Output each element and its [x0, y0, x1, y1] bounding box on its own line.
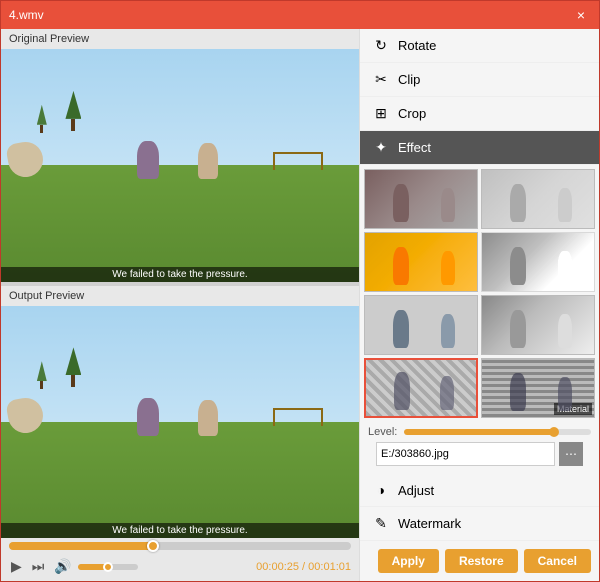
level-slider-fill [404, 429, 554, 435]
volume-icon[interactable]: 🔊 [52, 556, 73, 577]
main-window: 4.wmv × Original Preview [0, 0, 600, 582]
effect-thumb-5[interactable] [364, 295, 478, 355]
output-preview-section: Output Preview [1, 286, 359, 539]
adjust-label: Adjust [398, 483, 434, 498]
file-path-input[interactable] [376, 442, 555, 466]
time-display: 00:00:25 / 00:01:01 [256, 561, 351, 573]
person2 [198, 143, 218, 179]
original-video-area: We failed to take the pressure. [1, 49, 359, 282]
original-preview-section: Original Preview [1, 29, 359, 282]
person1 [137, 141, 159, 179]
original-video-scene: We failed to take the pressure. [1, 49, 359, 282]
output-preview-label: Output Preview [1, 286, 359, 306]
play-button[interactable]: ▶ [9, 556, 24, 577]
browse-button[interactable]: ⋯ [559, 442, 583, 466]
output-person1 [137, 398, 159, 436]
window-title: 4.wmv [9, 8, 44, 22]
output-subtitle: We failed to take the pressure. [1, 523, 359, 538]
tree-decor2 [37, 105, 47, 133]
progress-fill [9, 542, 153, 550]
volume-slider[interactable] [78, 564, 138, 570]
right-panel: ↻ Rotate ✂ Clip ⊞ Crop ✦ Effect [359, 29, 599, 581]
crop-icon: ⊞ [372, 105, 390, 122]
effect-icon: ✦ [372, 139, 390, 156]
ground-bg [1, 165, 359, 281]
tree-decor [65, 91, 81, 131]
output-fence [273, 408, 323, 426]
next-frame-button[interactable]: ⏭ [30, 556, 47, 577]
controls-row: ▶ ⏭ 🔊 00:00:25 / 00:01:01 [9, 556, 351, 577]
effect-thumb-3[interactable] [364, 232, 478, 292]
current-time: 00:00:25 [256, 561, 299, 573]
menu-item-effect[interactable]: ✦ Effect [360, 131, 599, 165]
title-bar: 4.wmv × [1, 1, 599, 29]
menu-item-clip[interactable]: ✂ Clip [360, 63, 599, 97]
adjust-icon: ◑ [372, 482, 390, 498]
output-tree2 [37, 361, 47, 389]
effect-grid: Material [360, 165, 599, 422]
clip-label: Clip [398, 72, 420, 87]
left-panel: Original Preview [1, 29, 359, 581]
cancel-button[interactable]: Cancel [524, 549, 591, 573]
menu-items: ↻ Rotate ✂ Clip ⊞ Crop ✦ Effect [360, 29, 599, 165]
output-tree1 [65, 347, 81, 387]
level-row: Level: [368, 426, 591, 438]
clip-icon: ✂ [372, 71, 390, 88]
output-ground-bg [1, 422, 359, 538]
effect-thumb-1[interactable] [364, 169, 478, 229]
level-section: Level: ⋯ [360, 422, 599, 474]
bottom-menu-items: ◑ Adjust ✎ Watermark [360, 474, 599, 541]
file-path-row: ⋯ [368, 442, 591, 470]
apply-button[interactable]: Apply [378, 549, 439, 573]
progress-thumb [147, 540, 159, 552]
menu-item-crop[interactable]: ⊞ Crop [360, 97, 599, 131]
bottom-buttons: Apply Restore Cancel [360, 541, 599, 581]
progress-bar[interactable] [9, 542, 351, 550]
controls-area: ▶ ⏭ 🔊 00:00:25 / 00:01:01 [1, 538, 359, 581]
volume-area: 🔊 [52, 556, 137, 577]
output-person2 [198, 400, 218, 436]
effect-label: Effect [398, 140, 431, 155]
watermark-label: Watermark [398, 516, 461, 531]
output-video-scene: We failed to take the pressure. [1, 306, 359, 539]
fence [273, 152, 323, 170]
effect-thumb-4[interactable] [481, 232, 595, 292]
total-time: 00:01:01 [308, 561, 351, 573]
main-content: Original Preview [1, 29, 599, 581]
output-video-area: We failed to take the pressure. [1, 306, 359, 539]
level-slider[interactable] [404, 429, 591, 435]
crop-label: Crop [398, 106, 426, 121]
volume-thumb [103, 562, 113, 572]
restore-button[interactable]: Restore [445, 549, 518, 573]
menu-item-watermark[interactable]: ✎ Watermark [360, 507, 599, 541]
close-button[interactable]: × [571, 5, 591, 25]
effect-thumb-6[interactable] [481, 295, 595, 355]
watermark-icon: ✎ [372, 515, 390, 532]
effect-thumb-8[interactable]: Material [481, 358, 595, 418]
original-preview-label: Original Preview [1, 29, 359, 49]
level-label: Level: [368, 426, 398, 438]
rotate-icon: ↻ [372, 37, 390, 54]
original-subtitle: We failed to take the pressure. [1, 267, 359, 282]
rotate-label: Rotate [398, 38, 436, 53]
menu-item-adjust[interactable]: ◑ Adjust [360, 474, 599, 507]
level-thumb [549, 427, 559, 437]
effect-thumb-7[interactable] [364, 358, 478, 418]
effect-thumb-2[interactable] [481, 169, 595, 229]
menu-item-rotate[interactable]: ↻ Rotate [360, 29, 599, 63]
